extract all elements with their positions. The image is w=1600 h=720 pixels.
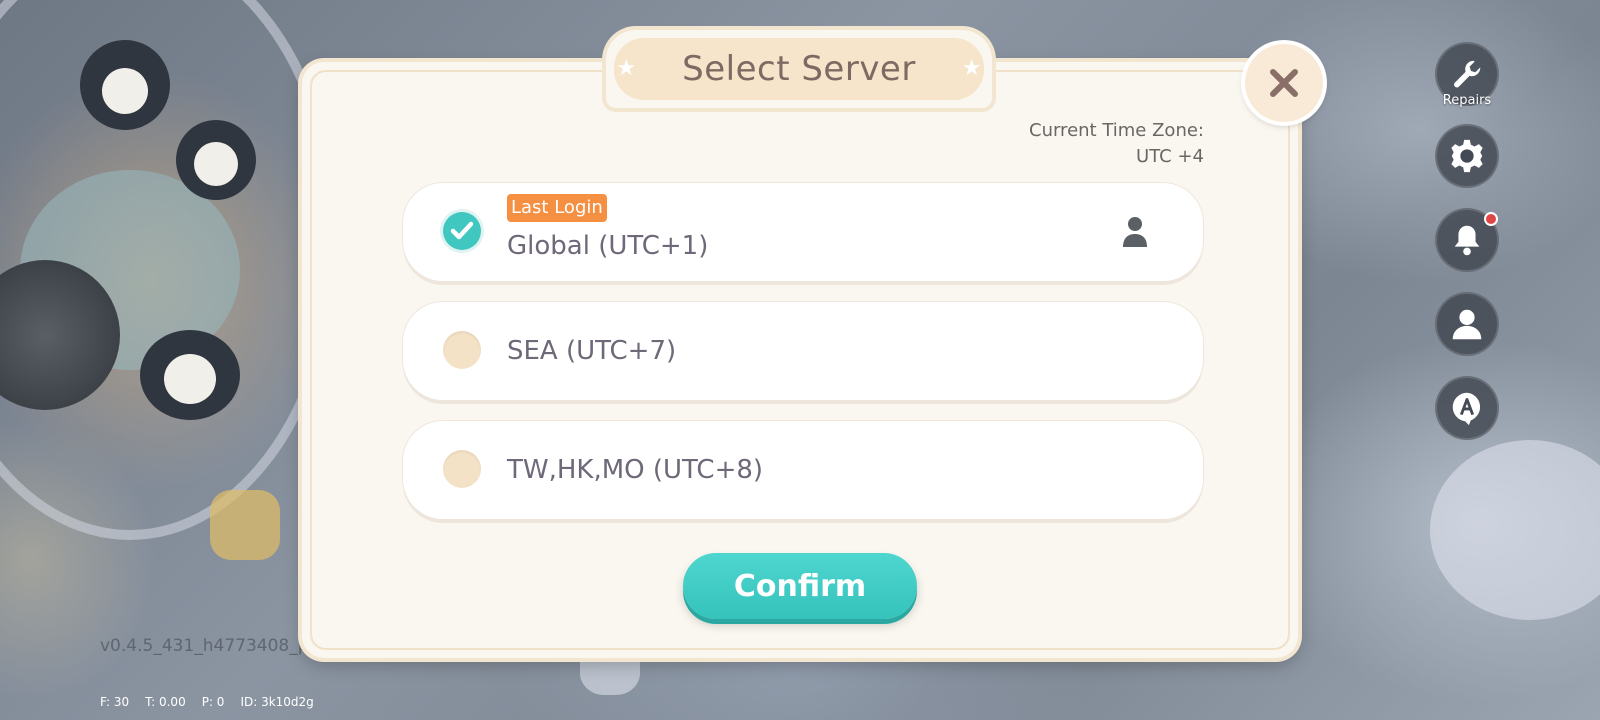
server-option-sea[interactable]: SEA (UTC+7)	[403, 302, 1203, 400]
notification-badge-dot	[1484, 212, 1498, 226]
checkmark-icon	[450, 221, 474, 240]
notification-bell-icon	[1454, 225, 1480, 256]
server-name: SEA (UTC+7)	[507, 336, 677, 366]
fps-stat: F: 30	[100, 695, 130, 709]
time-zone-label: Current Time Zone:	[1029, 120, 1204, 141]
settings-button[interactable]	[1435, 124, 1499, 188]
id-stat: ID: 3k10d2g	[240, 695, 314, 709]
account-icon	[1452, 309, 1482, 340]
build-version-text: v0.4.5_431_h4773408_p...	[100, 636, 325, 656]
time-zone-value: UTC +4	[1136, 146, 1204, 167]
dialog-title: Select Server	[682, 49, 916, 89]
server-radio[interactable]	[443, 450, 481, 488]
penguin-cushion-decoration	[140, 330, 240, 420]
debug-stats: F: 30 T: 0.00 P: 0 ID: 3k10d2g	[100, 695, 314, 715]
repairs-icon	[1454, 60, 1481, 88]
close-icon	[1270, 69, 1298, 97]
account-indicator-icon	[1123, 217, 1147, 247]
close-button[interactable]	[1245, 44, 1323, 122]
settings-icon	[1451, 139, 1483, 173]
confirm-button[interactable]: Confirm	[683, 553, 917, 619]
star-icon: ★	[961, 56, 982, 81]
title-banner: ★ Select Server ★	[614, 38, 984, 100]
repairs-label: Repairs	[1442, 93, 1492, 108]
penguin-cushion-decoration	[80, 40, 170, 130]
language-icon	[1452, 392, 1481, 426]
boot-decoration	[210, 490, 280, 560]
server-radio-selected[interactable]	[443, 212, 481, 250]
server-radio[interactable]	[443, 331, 481, 369]
penguin-cushion-decoration	[176, 120, 256, 200]
server-name: Global (UTC+1)	[507, 231, 709, 261]
snowy-tree-decoration	[1430, 440, 1600, 620]
server-option-tw-hk-mo[interactable]: TW,HK,MO (UTC+8)	[403, 421, 1203, 519]
server-option-global[interactable]: Last Login Global (UTC+1)	[403, 183, 1203, 281]
server-name: TW,HK,MO (UTC+8)	[507, 455, 764, 485]
time-stat: T: 0.00	[145, 695, 186, 709]
account-button[interactable]	[1435, 292, 1499, 356]
ping-stat: P: 0	[201, 695, 225, 709]
server-list: Last Login Global (UTC+1) SEA (UTC+7) TW…	[403, 183, 1203, 540]
last-login-badge: Last Login	[507, 194, 607, 222]
language-button[interactable]	[1435, 376, 1499, 440]
star-icon: ★	[616, 56, 637, 81]
time-zone-info: Current Time Zone: UTC +4	[1029, 118, 1204, 170]
